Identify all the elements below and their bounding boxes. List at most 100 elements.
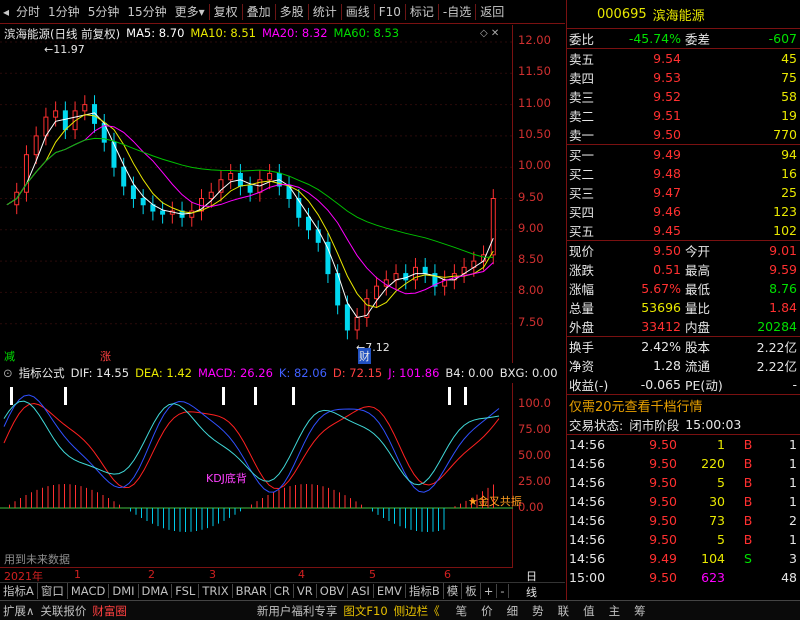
stat-label: 流通 bbox=[685, 359, 711, 374]
tab-14[interactable]: 模 bbox=[444, 583, 463, 599]
tab-0[interactable]: 指标A bbox=[0, 583, 38, 599]
toolbar-action-3[interactable]: 统计 bbox=[309, 3, 341, 20]
ask-row-0-volume: 45 bbox=[781, 51, 797, 66]
indicator-tick: 50.00 bbox=[518, 448, 551, 462]
status-mid-1[interactable]: 图文F10 bbox=[340, 603, 390, 619]
stat2-row-2: 收益(-) -0.065 PE(动) - bbox=[567, 375, 800, 394]
promo-banner[interactable]: 仅需20元查看千档行情 bbox=[567, 395, 800, 415]
close-icon[interactable]: ✕ bbox=[491, 28, 499, 39]
price-tick: 11.50 bbox=[518, 64, 551, 79]
status-right-0[interactable]: 笔 bbox=[453, 603, 471, 619]
status-right-5[interactable]: 值 bbox=[580, 603, 598, 619]
indicator-chart[interactable]: KDJ底背 ★金叉共振 用到未来数据 bbox=[0, 383, 522, 567]
status-right-1[interactable]: 价 bbox=[478, 603, 496, 619]
tab-6[interactable]: TRIX bbox=[199, 584, 233, 598]
tab-1[interactable]: 窗口 bbox=[38, 583, 68, 599]
status-left-1[interactable]: 关联报价 bbox=[37, 603, 89, 619]
stat-label: 量比 bbox=[685, 301, 711, 316]
tab-10[interactable]: OBV bbox=[317, 584, 349, 598]
bid-row-3-price: 9.46 bbox=[653, 204, 681, 219]
ask-row-2-volume: 58 bbox=[781, 89, 797, 104]
toolbar-action-0[interactable]: 复权 bbox=[210, 3, 242, 20]
status-right-2[interactable]: 细 bbox=[504, 603, 522, 619]
toolbar-action-8[interactable]: 返回 bbox=[476, 3, 508, 20]
toolbar-action-7[interactable]: -自选 bbox=[439, 3, 475, 20]
weibi-value: -45.74% bbox=[628, 31, 681, 46]
status-right-3[interactable]: 势 bbox=[529, 603, 547, 619]
stat-value: 9.59 bbox=[769, 262, 797, 277]
tab-9[interactable]: VR bbox=[294, 584, 317, 598]
indicator-value-1: DEA: 1.42 bbox=[135, 366, 192, 380]
candle-body bbox=[160, 210, 166, 215]
panel-controls[interactable]: ◇ ✕ bbox=[480, 28, 499, 39]
period-0[interactable]: 分时 bbox=[12, 3, 44, 20]
stat-value: - bbox=[792, 377, 797, 392]
indicator-settings-icon[interactable]: ⊙ bbox=[3, 366, 13, 380]
toolbar-action-5[interactable]: F10 bbox=[375, 5, 405, 19]
tab-12[interactable]: EMV bbox=[374, 584, 406, 598]
stat-label: 涨幅 bbox=[569, 282, 595, 297]
stat-label: 收益(-) bbox=[569, 378, 609, 393]
status-right-6[interactable]: 主 bbox=[606, 603, 624, 619]
indicator-values: DIF: 14.55 DEA: 1.42 MACD: 26.26 K: 82.06 D:… bbox=[71, 366, 558, 380]
tab-3[interactable]: DMI bbox=[109, 584, 139, 598]
tab-17[interactable]: - bbox=[497, 584, 509, 598]
back-icon[interactable]: ◂ bbox=[0, 5, 12, 19]
ask-row-1: 卖四 9.53 75 bbox=[567, 68, 800, 87]
tab-15[interactable]: 板 bbox=[462, 583, 481, 599]
candle-body bbox=[140, 198, 146, 206]
tab-11[interactable]: ASI bbox=[348, 584, 374, 598]
tab-5[interactable]: FSL bbox=[172, 584, 200, 598]
period-1[interactable]: 1分钟 bbox=[44, 3, 84, 20]
candle-body bbox=[344, 304, 350, 331]
status-left-2[interactable]: 财富圈 bbox=[89, 603, 130, 619]
period-2[interactable]: 5分钟 bbox=[84, 3, 124, 20]
candle-body bbox=[53, 110, 59, 118]
status-mid-2[interactable]: 侧边栏《 bbox=[391, 603, 443, 619]
weicha-value: -607 bbox=[768, 31, 797, 46]
stat-value: 1.28 bbox=[653, 358, 681, 373]
tick-side: B bbox=[743, 437, 753, 452]
tick-volume: 5 bbox=[717, 532, 725, 547]
tick-count: 48 bbox=[781, 570, 797, 585]
tab-7[interactable]: BRAR bbox=[233, 584, 271, 598]
status-right-4[interactable]: 联 bbox=[555, 603, 573, 619]
tick-price: 9.50 bbox=[649, 475, 677, 490]
toolbar-action-1[interactable]: 叠加 bbox=[243, 3, 275, 20]
ask-row-4-price: 9.50 bbox=[653, 127, 681, 142]
stat-row-0: 现价 9.50 今开 9.01 bbox=[567, 241, 800, 260]
indicator-tabs: 指标A 窗口 MACD DMI DMA FSL TRIX BRAR CR VR OBV ASI EMV 指… bbox=[0, 582, 565, 599]
tab-16[interactable]: + bbox=[481, 584, 498, 598]
ask-row-2-label: 卖三 bbox=[569, 90, 595, 105]
diamond-icon[interactable]: ◇ bbox=[480, 28, 488, 39]
period-4[interactable]: 更多▾ bbox=[171, 3, 209, 20]
date-month: 3 bbox=[209, 568, 216, 581]
date-month: 2 bbox=[148, 568, 155, 581]
indicator-name[interactable]: 指标公式 bbox=[19, 365, 65, 381]
indicator-value-3: K: 82.06 bbox=[278, 366, 327, 380]
kline-chart[interactable]: 滨海能源(日线 前复权) MA5: 8.70 MA10: 8.51 MA20: 8.… bbox=[0, 25, 513, 364]
tab-13[interactable]: 指标B bbox=[406, 583, 444, 599]
tick-count: 1 bbox=[789, 437, 797, 452]
status-left-0[interactable]: 扩展∧ bbox=[0, 603, 37, 619]
stock-header: 000695 滨海能源 bbox=[567, 0, 800, 28]
candle-body bbox=[189, 210, 195, 218]
toolbar-action-4[interactable]: 画线 bbox=[342, 3, 374, 20]
tab-8[interactable]: CR bbox=[271, 584, 294, 598]
stock-name: 滨海能源 bbox=[652, 8, 705, 24]
tab-2[interactable]: MACD bbox=[68, 584, 110, 598]
bid-row-2-label: 买三 bbox=[569, 186, 595, 201]
toolbar-action-6[interactable]: 标记 bbox=[406, 3, 438, 20]
period-3[interactable]: 15分钟 bbox=[123, 3, 170, 20]
status-mid-0[interactable]: 新用户福利专享 bbox=[254, 603, 341, 619]
tick-row-4: 14:56 9.50 73 B 2 bbox=[567, 511, 800, 530]
bid-book: 买一 9.49 94 买二 9.48 16 买三 9.47 25 买四 9.46 123 买五 9.45 1… bbox=[567, 145, 800, 240]
tab-4[interactable]: DMA bbox=[139, 584, 173, 598]
tick-row-3: 14:56 9.50 30 B 1 bbox=[567, 492, 800, 511]
candle-body bbox=[62, 110, 68, 131]
toolbar-action-2[interactable]: 多股 bbox=[276, 3, 308, 20]
status-right-7[interactable]: 筹 bbox=[631, 603, 649, 619]
stat-value: 5.67% bbox=[641, 281, 681, 296]
candle-body bbox=[208, 191, 214, 200]
indicator-value-4: D: 72.15 bbox=[332, 366, 383, 380]
